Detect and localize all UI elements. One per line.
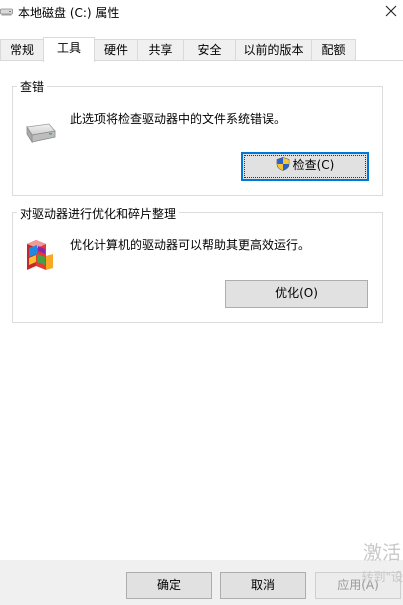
hard-drive-icon	[23, 122, 57, 146]
optimize-group-label: 对驱动器进行优化和碎片整理	[17, 205, 180, 222]
title-bar: 本地磁盘 (C:) 属性	[0, 0, 403, 24]
activation-watermark: 激活	[362, 542, 401, 564]
tab-quota[interactable]: 配额	[311, 39, 356, 61]
defrag-icon	[24, 236, 54, 272]
close-icon	[385, 5, 397, 17]
error-check-group-label: 查错	[17, 78, 48, 95]
tab-previous-versions[interactable]: 以前的版本	[235, 39, 312, 61]
activation-watermark-sub: 转到"设	[361, 570, 403, 584]
optimize-description: 优化计算机的驱动器可以帮助其更高效运行。	[70, 238, 311, 252]
tab-general[interactable]: 常规	[0, 39, 44, 61]
close-button[interactable]	[379, 0, 403, 24]
window-title: 本地磁盘 (C:) 属性	[18, 6, 120, 20]
drive-icon	[0, 5, 13, 18]
tab-security[interactable]: 安全	[183, 39, 236, 61]
tab-tools[interactable]: 工具	[43, 37, 95, 62]
ok-button[interactable]: 确定	[126, 572, 212, 599]
cancel-button[interactable]: 取消	[220, 572, 306, 599]
error-check-description: 此选项将检查驱动器中的文件系统错误。	[70, 112, 287, 126]
optimize-button[interactable]: 优化(O)	[225, 280, 368, 308]
check-button[interactable]: 检查(C)	[241, 152, 369, 181]
check-button-label: 检查(C)	[292, 158, 335, 172]
tab-sharing[interactable]: 共享	[137, 39, 184, 61]
tab-strip: 常规 工具 硬件 共享 安全 以前的版本 配额	[0, 37, 403, 62]
uac-shield-icon	[276, 156, 290, 171]
tab-hardware[interactable]: 硬件	[94, 39, 138, 61]
